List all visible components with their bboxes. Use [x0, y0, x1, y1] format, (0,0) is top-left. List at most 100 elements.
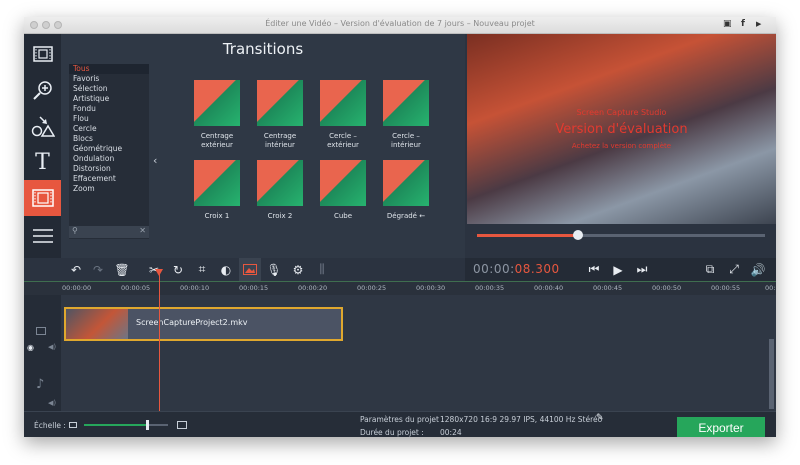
gear-icon[interactable]: ⚙ — [287, 258, 309, 281]
color-adjust-icon[interactable]: ◐ — [215, 258, 237, 281]
category-search-input[interactable]: ⚲ ✕ — [69, 226, 149, 238]
transition-thumbnail[interactable] — [257, 160, 303, 206]
category-list: Tous Favoris Sélection Artistique Fondu … — [69, 64, 149, 239]
fullscreen-icon[interactable]: ⤢ — [723, 258, 745, 281]
transition-thumbnail[interactable] — [194, 80, 240, 126]
transition-thumbnail[interactable] — [320, 160, 366, 206]
transition-label: Croix 2 — [267, 212, 293, 220]
equalizer-icon[interactable]: ⫼ — [311, 258, 333, 281]
sidebar-more-button[interactable] — [24, 218, 61, 254]
preview-seek-bar[interactable] — [477, 230, 765, 240]
sidebar-titles-button[interactable]: T — [24, 144, 61, 180]
playback-toolbar: 00:00:08.300 ⏮ ▶ ⏭ ⧉ ⤢ 🔊 — [465, 258, 776, 281]
timecode: 00:00:08.300 — [473, 262, 560, 276]
detach-preview-icon[interactable]: ⧉ — [699, 258, 721, 281]
music-note-icon: ♪ — [36, 377, 45, 392]
sidebar-shapes-button[interactable] — [24, 108, 61, 144]
video-clip[interactable]: ScreenCaptureProject2.mkv — [64, 307, 343, 341]
status-bar: Échelle : Paramètres du projet : 1280x72… — [24, 411, 776, 437]
transition-label: Centrage intérieur — [263, 132, 297, 149]
transition-thumbnail[interactable] — [320, 80, 366, 126]
watermark-line1: Screen Capture Studio — [576, 108, 667, 117]
ruler-tick: 00:00:45 — [593, 284, 623, 292]
seek-progress — [477, 234, 578, 237]
edit-toolbar: ↶ ↷ 🗑 ✂ ↻ ⌗ ◐ 🎙 ⚙ ⫼ — [61, 258, 465, 281]
zoom-out-icon[interactable] — [69, 422, 77, 428]
ruler-tick: 00:00:20 — [298, 284, 328, 292]
zoom-in-icon[interactable] — [177, 421, 187, 429]
mute-audio-icon[interactable]: ◀) — [48, 399, 56, 407]
video-preview[interactable]: Screen Capture Studio Version d'évaluati… — [467, 34, 776, 224]
window-title: Éditer une Vidéo – Version d'évaluation … — [265, 19, 535, 28]
redo-icon[interactable]: ↷ — [87, 258, 109, 281]
ruler-tick: 00:00:30 — [416, 284, 446, 292]
youtube-icon[interactable]: ▶ — [756, 20, 761, 28]
category-item[interactable]: Cercle — [69, 124, 149, 134]
export-button[interactable]: Exporter — [677, 417, 765, 437]
image-icon[interactable] — [239, 258, 261, 281]
pencil-icon[interactable]: ✎ — [596, 413, 604, 423]
category-item[interactable]: Fondu — [69, 104, 149, 114]
video-track-icon — [36, 327, 46, 335]
watermark-line2: Version d'évaluation — [555, 122, 688, 137]
timeline-tracks[interactable]: ◉ ◀) ♪ ◀) ScreenCaptureProject2.mkv — [24, 295, 776, 411]
category-item[interactable]: Ondulation — [69, 154, 149, 164]
skip-back-icon[interactable]: ⏮ — [583, 258, 605, 281]
seek-handle[interactable] — [572, 230, 583, 240]
category-item[interactable]: Distorsion — [69, 164, 149, 174]
chat-icon[interactable]: ▣ — [723, 19, 732, 29]
mute-video-icon[interactable]: ◀) — [48, 343, 56, 351]
skip-forward-icon[interactable]: ⏭ — [631, 258, 653, 281]
transitions-panel: Transitions Tous Favoris Sélection Artis… — [61, 34, 477, 258]
transition-icon — [31, 189, 54, 207]
category-item[interactable]: Effacement — [69, 174, 149, 184]
scale-label: Échelle : — [34, 421, 66, 430]
ruler-tick: 00:00:25 — [357, 284, 387, 292]
watermark-line3: Achetez la version complète — [571, 142, 672, 150]
clear-search-icon[interactable]: ✕ — [139, 226, 146, 235]
facebook-icon[interactable]: f — [741, 19, 745, 29]
sidebar-import-button[interactable] — [24, 36, 61, 72]
eye-icon[interactable]: ◉ — [27, 343, 34, 352]
volume-icon[interactable]: 🔊 — [747, 258, 769, 281]
category-item[interactable]: Flou — [69, 114, 149, 124]
transition-thumbnail[interactable] — [383, 160, 429, 206]
rotate-icon[interactable]: ↻ — [167, 258, 189, 281]
playhead-handle[interactable] — [155, 269, 163, 276]
transition-thumbnail[interactable] — [383, 80, 429, 126]
category-item[interactable]: Favoris — [69, 74, 149, 84]
category-item[interactable]: Tous — [69, 64, 149, 74]
scale-slider-fill — [84, 424, 147, 426]
transition-thumbnail[interactable] — [194, 160, 240, 206]
category-item[interactable]: Artistique — [69, 94, 149, 104]
project-duration-label: Durée du projet : — [360, 428, 424, 437]
ruler-tick: 00:00:15 — [239, 284, 269, 292]
track-headers: ◉ ◀) ♪ ◀) — [24, 295, 61, 411]
scale-slider[interactable] — [84, 420, 168, 430]
title-bar: Éditer une Vidéo – Version d'évaluation … — [24, 17, 776, 34]
ruler-tick: 00:00:10 — [180, 284, 210, 292]
category-item[interactable]: Zoom — [69, 184, 149, 194]
microphone-icon[interactable]: 🎙 — [263, 258, 285, 281]
transition-label: Croix 1 — [204, 212, 230, 220]
sidebar-filters-button[interactable] — [24, 72, 61, 108]
undo-icon[interactable]: ↶ — [65, 258, 87, 281]
playhead-line[interactable] — [159, 269, 160, 411]
chevron-left-icon[interactable]: ‹ — [153, 154, 157, 167]
scale-slider-handle[interactable] — [146, 420, 149, 430]
sidebar-transitions-button[interactable] — [24, 180, 61, 216]
ruler-tick: 00:00:35 — [475, 284, 505, 292]
category-item[interactable]: Sélection — [69, 84, 149, 94]
timeline-ruler[interactable]: 00:00:00 00:00:05 00:00:10 00:00:15 00:0… — [24, 281, 776, 295]
tracks-scrollbar[interactable] — [769, 339, 774, 409]
trash-icon[interactable]: 🗑 — [111, 258, 133, 281]
transition-label: Dégradé ← — [386, 212, 426, 220]
transition-label: Cercle – extérieur — [327, 132, 359, 149]
category-item[interactable]: Blocs — [69, 134, 149, 144]
category-item[interactable]: Géométrique — [69, 144, 149, 154]
panel-title: Transitions — [222, 40, 304, 58]
transition-thumbnail[interactable] — [257, 80, 303, 126]
crop-icon[interactable]: ⌗ — [191, 258, 213, 281]
play-icon[interactable]: ▶ — [607, 258, 629, 281]
ruler-tick: 00:00:40 — [534, 284, 564, 292]
